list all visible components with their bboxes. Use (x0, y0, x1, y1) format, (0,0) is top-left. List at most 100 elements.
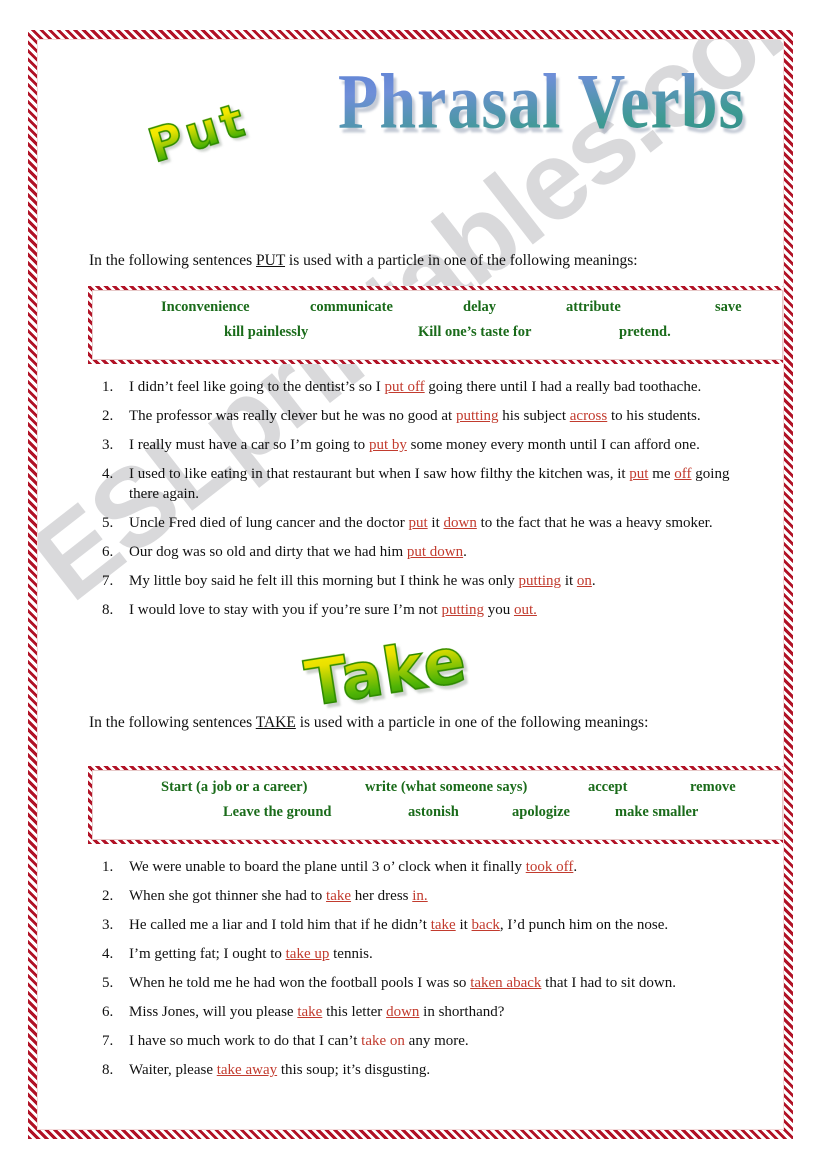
item-number: 8. (102, 601, 114, 618)
sentence-text: . (591, 572, 596, 589)
item-number: 4. (102, 946, 114, 962)
take-exercise-list: 1. We were unable to board the plane unti… (102, 858, 762, 1090)
sentence-text: My little boy said he felt ill this morn… (129, 572, 519, 589)
meaning-word: accept (588, 779, 628, 795)
meaning-word: remove (690, 779, 736, 795)
phrasal-verb: take on (361, 1033, 405, 1049)
sentence-text: I didn’t feel like going to the dentist’… (129, 379, 385, 395)
phrasal-verb: take (297, 1004, 323, 1020)
put-instruction-after: is used with a particle in one of the fo… (285, 252, 638, 269)
meaning-word: Inconvenience (161, 299, 250, 315)
take-section-title: Take (300, 622, 473, 721)
sentence-text: . (573, 859, 578, 875)
item-sentence: My little boy said he felt ill this morn… (129, 572, 762, 592)
put-meanings-row-1: Inconvenience communicate delay attribute sa… (93, 299, 782, 324)
worksheet-page-border: ESLprintables.com Phrasal Verbs Put In t… (28, 30, 793, 1139)
put-section-title: Put (141, 91, 254, 174)
item-sentence: We were unable to board the plane until … (129, 858, 762, 878)
sentence-text: it (455, 917, 472, 933)
meaning-word: pretend. (619, 324, 671, 340)
exercise-item: 1. I didn’t feel like going to the dentis… (102, 378, 762, 398)
item-sentence: Waiter, please take away this soup; it’s… (129, 1061, 762, 1081)
sentence-text: I used to like eating in that restaurant… (129, 466, 630, 482)
sentence-text: you (483, 601, 514, 618)
meaning-word: apologize (512, 804, 570, 820)
item-number: 6. (102, 1004, 114, 1020)
phrasal-verb: take up (285, 946, 330, 962)
sentence-text: We were unable to board the plane until … (129, 859, 526, 875)
phrasal-verb: put by (368, 437, 407, 453)
sentence-text: Miss Jones, will you please (129, 1004, 298, 1020)
item-sentence: The professor was really clever but he w… (129, 407, 762, 427)
meaning-word: make smaller (615, 804, 699, 820)
phrasal-verb: putting (518, 572, 562, 589)
item-number: 3. (102, 437, 114, 453)
phrasal-verb: off (674, 466, 692, 482)
meaning-word: kill painlessly (224, 324, 309, 340)
put-keyword: PUT (256, 252, 286, 269)
sentence-text: When he told me he had won the football … (129, 975, 471, 991)
phrasal-verb: putting (441, 601, 484, 618)
sentence-text: I have so much work to do that I can’t (129, 1033, 362, 1049)
meaning-word: astonish (408, 804, 459, 820)
sentence-text: it (427, 514, 444, 531)
exercise-item: 5. When he told me he had won the footbal… (102, 974, 762, 994)
phrasal-verb: put (629, 466, 649, 482)
item-sentence: When he told me he had won the football … (129, 974, 762, 994)
exercise-item: 1. We were unable to board the plane unti… (102, 858, 762, 878)
phrasal-verb: down (386, 1004, 420, 1020)
phrasal-verb: put off (384, 379, 425, 395)
sentence-text: to his students. (607, 408, 701, 424)
sentence-text: . (463, 543, 467, 560)
item-number: 1. (102, 379, 114, 395)
put-instruction: In the following sentences PUT is used w… (89, 252, 638, 270)
item-sentence: He called me a liar and I told him that … (129, 916, 762, 936)
put-instruction-before: In the following sentences (89, 252, 257, 269)
exercise-item: 5. Uncle Fred died of lung cancer and the… (102, 514, 762, 534)
exercise-item: 3. I really must have a car so I’m going … (102, 436, 762, 456)
exercise-item: 7. I have so much work to do that I can’t… (102, 1032, 762, 1052)
exercise-item: 7. My little boy said he felt ill this mo… (102, 572, 762, 592)
meaning-word: write (what someone says) (365, 779, 528, 795)
meaning-word: Leave the ground (223, 804, 332, 820)
exercise-item: 2. The professor was really clever but he… (102, 407, 762, 427)
meaning-word: attribute (566, 299, 621, 315)
meaning-word: delay (463, 299, 497, 315)
item-number: 7. (102, 1033, 114, 1049)
exercise-item: 2. When she got thinner she had to take h… (102, 887, 762, 907)
phrasal-verb: in. (412, 888, 428, 904)
item-sentence: When she got thinner she had to take her… (129, 887, 762, 907)
sentence-text: tennis. (329, 946, 373, 962)
take-meanings-row-1: Start (a job or a career) write (what som… (93, 779, 782, 804)
sentence-text: , I’d punch him on the nose. (499, 917, 669, 933)
take-meanings-row-2: Leave the ground astonish apologize make sm… (93, 804, 782, 829)
phrasal-verb: putting (455, 408, 499, 424)
phrasal-verb: down (443, 514, 477, 531)
sentence-text: I would love to stay with you if you’re … (129, 601, 442, 618)
phrasal-verb: back (471, 917, 500, 933)
put-exercise-list: 1. I didn’t feel like going to the dentis… (102, 378, 762, 630)
sentence-text: He called me a liar and I told him that … (129, 917, 431, 933)
phrasal-verb: across (569, 408, 608, 424)
item-number: 3. (102, 917, 114, 933)
item-number: 8. (102, 1062, 114, 1078)
item-number: 5. (102, 975, 114, 991)
sentence-text: any more. (404, 1033, 469, 1049)
phrasal-verb: take (326, 888, 352, 904)
item-sentence: I really must have a car so I’m going to… (129, 436, 762, 456)
take-instruction-before: In the following sentences (89, 714, 256, 731)
sentence-text: in shorthand? (419, 1004, 505, 1020)
item-number: 1. (102, 859, 114, 875)
sentence-text: Waiter, please (129, 1062, 217, 1078)
take-instruction: In the following sentences TAKE is used … (89, 714, 648, 732)
meaning-word: save (715, 299, 742, 315)
item-sentence: Miss Jones, will you please take this le… (129, 1003, 762, 1023)
phrasal-verb: put down (406, 543, 464, 560)
meaning-word: communicate (310, 299, 393, 315)
sentence-text: it (561, 572, 577, 589)
item-number: 5. (102, 514, 114, 531)
meaning-word: Start (a job or a career) (161, 779, 308, 795)
item-sentence: I’m getting fat; I ought to take up tenn… (129, 945, 762, 965)
phrasal-verb: put (408, 514, 428, 531)
put-meanings-inner: Inconvenience communicate delay attribute sa… (92, 290, 783, 360)
